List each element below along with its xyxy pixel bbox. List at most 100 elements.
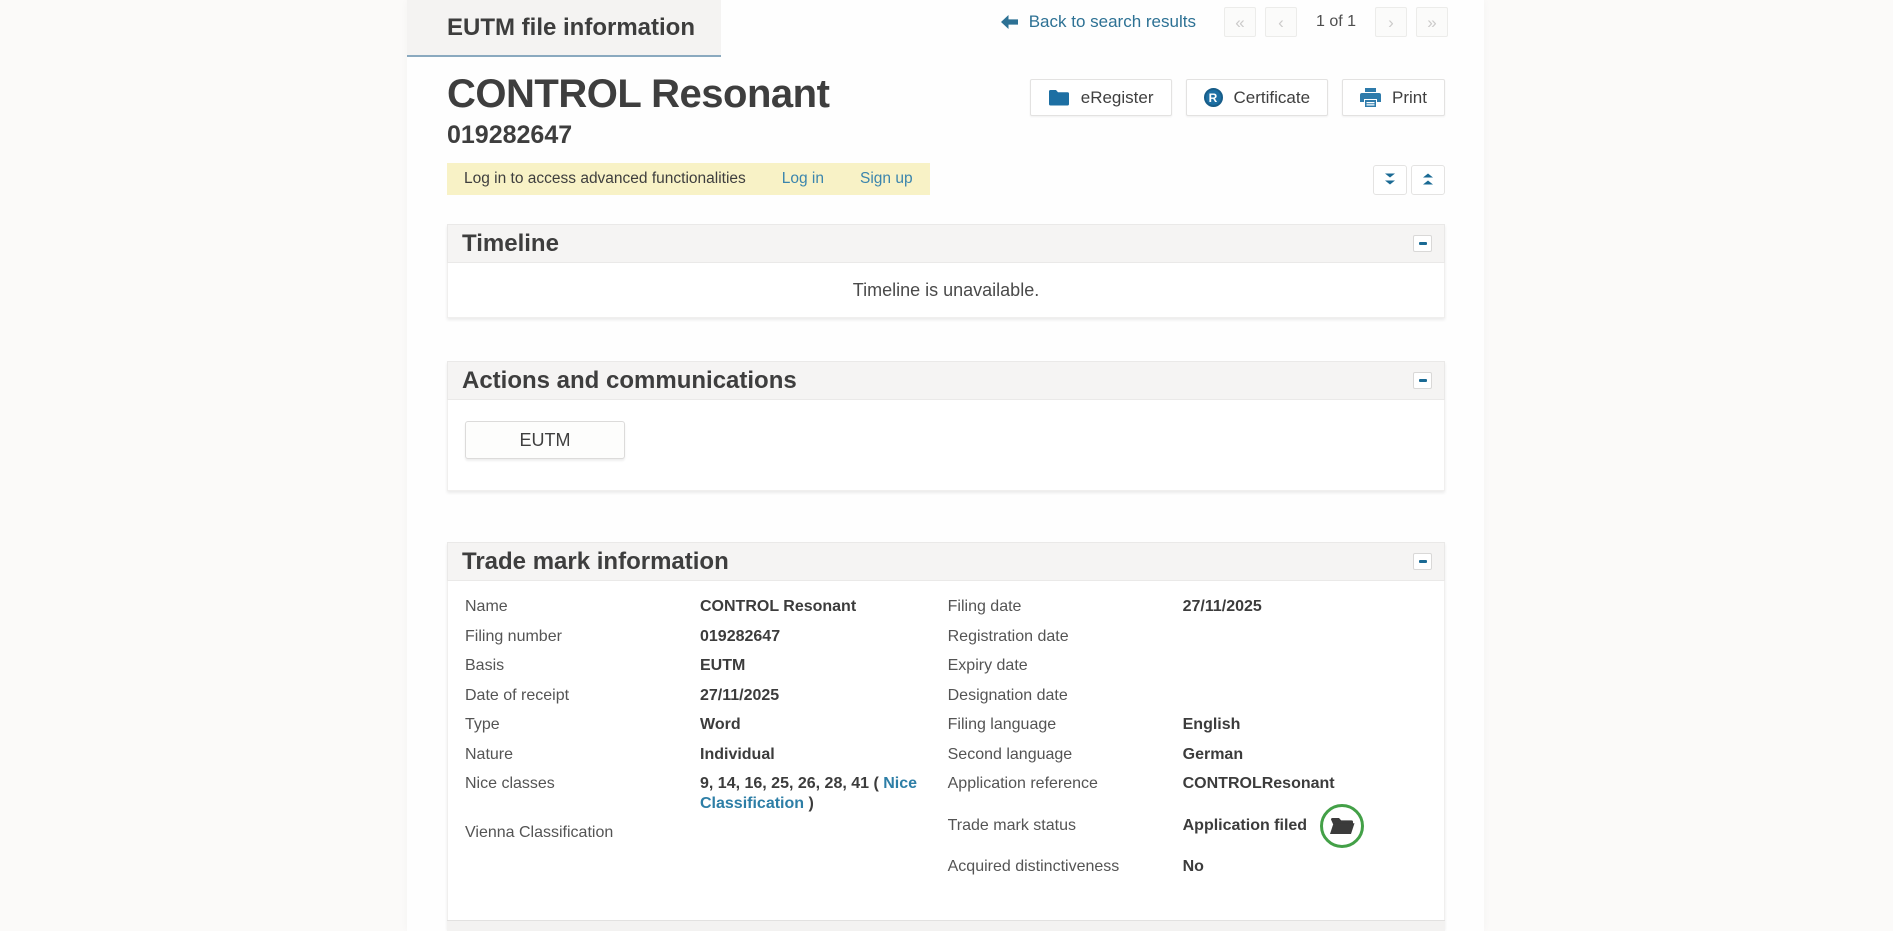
- field-value: 9, 14, 16, 25, 26, 28, 41 ( Nice Classif…: [700, 774, 945, 813]
- timeline-section: Timeline Timeline is unavailable.: [447, 224, 1445, 318]
- previous-result-button[interactable]: ‹: [1265, 7, 1297, 37]
- result-count: 1 of 1: [1316, 13, 1356, 31]
- field-label: Acquired distinctiveness: [948, 857, 1183, 877]
- trademark-right-column: Filing date27/11/2025Registration dateEx…: [948, 597, 1444, 928]
- field-label: Name: [465, 597, 700, 617]
- printer-icon: [1360, 88, 1381, 107]
- field-label: Type: [465, 715, 700, 735]
- trademark-left-column: NameCONTROL Resonant Filing number0192826…: [465, 597, 948, 928]
- certificate-label: Certificate: [1234, 88, 1311, 108]
- trademark-heading: CONTROL Resonant 019282647: [447, 71, 829, 150]
- expand-collapse-group: [1373, 165, 1445, 195]
- table-row: Expiry date: [948, 656, 1444, 676]
- minus-icon: [1419, 242, 1427, 245]
- top-strip: EUTM file information Back to search res…: [407, 0, 1484, 57]
- previous-page-icon: ‹: [1278, 14, 1284, 31]
- table-row: Nice classes9, 14, 16, 25, 26, 28, 41 ( …: [465, 774, 948, 813]
- field-value: Word: [700, 715, 741, 735]
- back-link-label: Back to search results: [1029, 12, 1196, 32]
- field-label: Vienna Classification: [465, 823, 700, 843]
- log-in-link[interactable]: Log in: [782, 170, 824, 188]
- eutm-tab-label: EUTM: [520, 430, 571, 451]
- login-message: Log in to access advanced functionalitie…: [464, 170, 746, 188]
- arrow-left-icon: [1000, 14, 1019, 30]
- print-button[interactable]: Print: [1342, 79, 1445, 116]
- timeline-section-header: Timeline: [447, 224, 1445, 263]
- timeline-collapse-button[interactable]: [1413, 235, 1432, 252]
- field-label: Second language: [948, 745, 1183, 765]
- trademark-info-section: Trade mark information NameCONTROL Reson…: [447, 542, 1445, 929]
- field-value: German: [1183, 745, 1243, 765]
- login-row: Log in to access advanced functionalitie…: [447, 163, 1445, 195]
- filing-number-heading: 019282647: [447, 121, 829, 150]
- table-row: Second languageGerman: [948, 745, 1444, 765]
- table-row: TypeWord: [465, 715, 948, 735]
- field-label: Application reference: [948, 774, 1183, 794]
- eutm-file-panel: EUTM file information Back to search res…: [407, 0, 1484, 931]
- sign-up-link[interactable]: Sign up: [860, 170, 913, 188]
- table-row: Registration date: [948, 627, 1444, 647]
- table-row: Date of receipt27/11/2025: [465, 686, 948, 706]
- result-pager: « ‹ 1 of 1 › »: [1224, 7, 1448, 37]
- actions-body: EUTM: [447, 400, 1445, 491]
- last-result-button[interactable]: »: [1416, 7, 1448, 37]
- table-row: NameCONTROL Resonant: [465, 597, 948, 617]
- first-result-button[interactable]: «: [1224, 7, 1256, 37]
- folder-icon: [1048, 89, 1070, 106]
- table-row: NatureIndividual: [465, 745, 948, 765]
- results-toolbar: Back to search results « ‹ 1 of 1 › »: [1000, 0, 1448, 44]
- trademark-info-title: Trade mark information: [462, 548, 729, 576]
- field-value: No: [1183, 857, 1204, 877]
- field-value: Individual: [700, 745, 775, 765]
- field-value: 27/11/2025: [1183, 597, 1262, 617]
- certificate-button[interactable]: R Certificate: [1186, 79, 1329, 116]
- double-chevron-down-icon: [1382, 172, 1398, 188]
- table-row: Designation date: [948, 686, 1444, 706]
- trademark-section-header: Trade mark information: [447, 542, 1445, 581]
- field-label: Expiry date: [948, 656, 1183, 676]
- eutm-tab-button[interactable]: EUTM: [465, 421, 625, 459]
- field-value: CONTROL Resonant: [700, 597, 856, 617]
- table-row: Filing languageEnglish: [948, 715, 1444, 735]
- actions-title: Actions and communications: [462, 367, 797, 395]
- expand-all-button[interactable]: [1373, 165, 1407, 195]
- minus-icon: [1419, 560, 1427, 563]
- timeline-unavailable-text: Timeline is unavailable.: [853, 280, 1039, 301]
- last-page-icon: »: [1427, 14, 1436, 31]
- header-row: CONTROL Resonant 019282647 eRegister R C…: [447, 71, 1445, 150]
- tab-label: EUTM file information: [447, 14, 695, 42]
- table-row: Acquired distinctivenessNo: [948, 857, 1444, 877]
- field-label: Designation date: [948, 686, 1183, 706]
- timeline-body: Timeline is unavailable.: [447, 263, 1445, 318]
- status-text: Application filed: [1183, 816, 1307, 836]
- page-title: CONTROL Resonant: [447, 71, 829, 117]
- table-row: BasisEUTM: [465, 656, 948, 676]
- field-value: English: [1183, 715, 1241, 735]
- table-row: Trade mark statusApplication filed: [948, 804, 1444, 848]
- double-chevron-up-icon: [1420, 172, 1436, 188]
- table-row: Application referenceCONTROLResonant: [948, 774, 1444, 794]
- next-result-button[interactable]: ›: [1375, 7, 1407, 37]
- actions-section: Actions and communications EUTM: [447, 361, 1445, 491]
- timeline-title: Timeline: [462, 230, 559, 258]
- field-label: Date of receipt: [465, 686, 700, 706]
- table-row: Filing number019282647: [465, 627, 948, 647]
- trademark-collapse-button[interactable]: [1413, 553, 1432, 570]
- trademark-body: NameCONTROL Resonant Filing number0192826…: [447, 581, 1445, 929]
- field-label: Nice classes: [465, 774, 700, 794]
- field-value: Application filed: [1183, 804, 1364, 848]
- back-to-search-results-link[interactable]: Back to search results: [1000, 12, 1196, 32]
- nice-classification-link[interactable]: Nice Classification: [700, 775, 917, 812]
- field-label: Basis: [465, 656, 700, 676]
- field-label: Filing number: [465, 627, 700, 647]
- field-value: CONTROLResonant: [1183, 774, 1335, 794]
- eregister-button[interactable]: eRegister: [1030, 79, 1172, 116]
- eregister-label: eRegister: [1081, 88, 1154, 108]
- tab-eutm-file-information[interactable]: EUTM file information: [407, 0, 721, 57]
- table-row: Vienna Classification: [465, 823, 948, 843]
- registered-mark-icon: R: [1204, 88, 1223, 107]
- field-label: Registration date: [948, 627, 1183, 647]
- actions-collapse-button[interactable]: [1413, 372, 1432, 389]
- field-value: EUTM: [700, 656, 745, 676]
- collapse-all-button[interactable]: [1411, 165, 1445, 195]
